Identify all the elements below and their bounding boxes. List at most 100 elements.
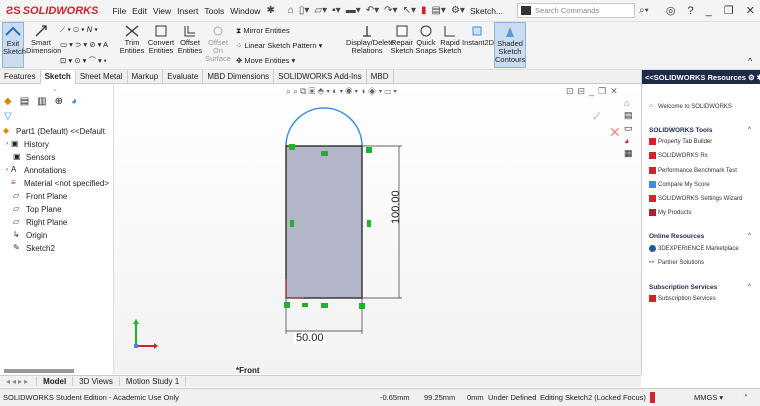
quick-snaps-button[interactable]: Quick Snaps [415, 22, 437, 55]
menu-insert[interactable]: Insert [177, 6, 198, 16]
pin-icon[interactable]: ✱ [266, 5, 274, 16]
horizontal-scrollbar[interactable] [4, 369, 74, 373]
tab-mbd[interactable]: MBD [367, 70, 394, 84]
help-icon[interactable]: ? [687, 5, 693, 17]
tab-motion-study[interactable]: Motion Study 1 [120, 377, 187, 386]
menu-window[interactable]: Window [230, 6, 260, 16]
save-icon[interactable]: ▪▾ [332, 5, 341, 16]
tree-item-material[interactable]: ≡ Material <not specified> [11, 178, 109, 188]
trim-entities-button[interactable]: Trim Entities [118, 22, 146, 55]
relation-marker[interactable] [359, 303, 365, 309]
configurationmanager-tab-icon[interactable]: ▥ [37, 96, 46, 107]
user-icon[interactable]: ◎ [666, 4, 676, 17]
tree-item-sensors[interactable]: ▣ Sensors [13, 152, 55, 162]
move-entities-button[interactable]: ✥ Move Entities ▾ [236, 56, 295, 65]
sketch-arc[interactable] [285, 107, 363, 147]
relation-marker[interactable] [302, 303, 308, 307]
collapse-icon[interactable]: ^ [748, 127, 751, 133]
undo-icon[interactable]: ↶▾ [366, 5, 379, 16]
filter-icon[interactable]: ▽ [4, 111, 12, 122]
collapse-icon[interactable]: ^ [748, 233, 751, 239]
tool-property-tab-builder[interactable]: Property Tab Builder [649, 138, 712, 145]
rebuild-indicator-icon[interactable] [650, 392, 655, 403]
minimize-button[interactable]: _ [706, 5, 712, 17]
smart-dimension-button[interactable]: Smart Dimension [26, 22, 61, 55]
shaded-sketch-contours-button[interactable]: Shaded Sketch Contours [494, 22, 526, 68]
offset-entities-button[interactable]: Offset Entities [176, 22, 204, 55]
select-icon[interactable]: ↖▾ [403, 5, 416, 16]
tab-scroll-arrows[interactable]: ◂◂▸▸ [0, 377, 38, 386]
relation-marker[interactable] [289, 144, 295, 150]
tree-item-annotations[interactable]: › A Annotations [6, 165, 66, 175]
tab-addins[interactable]: SOLIDWORKS Add-Ins [274, 70, 367, 84]
tab-sketch[interactable]: Sketch [40, 70, 76, 84]
tree-item-front-plane[interactable]: ▱ Front Plane [13, 191, 67, 201]
options-icon[interactable]: ⚙▾ [451, 5, 465, 16]
gear-icon[interactable]: ⚙ [748, 73, 755, 82]
tool-settings-wizard[interactable]: SOLIDWORKS Settings Wizard [649, 195, 742, 202]
rectangle-tools[interactable]: ▭ ▾ ⊃ ▾ ⊘ ▾ A [60, 40, 108, 49]
print-icon[interactable]: ▬▾ [346, 5, 361, 16]
tree-item-right-plane[interactable]: ▱ Right Plane [13, 217, 67, 227]
tree-item-top-plane[interactable]: ▱ Top Plane [13, 204, 62, 214]
tab-sheet-metal[interactable]: Sheet Metal [76, 70, 128, 84]
app-logo[interactable]: ƧS SOLIDWORKS [6, 5, 98, 17]
chat-icon[interactable]: ◔ [742, 391, 748, 402]
featuremanager-tab-icon[interactable]: ◆ [4, 96, 12, 107]
tab-features[interactable]: Features [0, 70, 41, 84]
menu-edit[interactable]: Edit [132, 6, 147, 16]
file-properties-icon[interactable]: ▤▾ [431, 5, 445, 16]
relation-marker[interactable] [321, 303, 328, 308]
collapse-ribbon-icon[interactable]: ^ [748, 56, 752, 66]
online-section-header[interactable]: Online Resources [649, 233, 704, 240]
home-icon[interactable]: ⌂ [288, 5, 294, 16]
dimension-height-label[interactable]: 100.00 [390, 190, 402, 224]
tab-model[interactable]: Model [37, 377, 74, 386]
relation-marker[interactable] [290, 220, 294, 227]
open-icon[interactable]: ▱▾ [314, 5, 327, 16]
tab-evaluate[interactable]: Evaluate [163, 70, 204, 84]
sketch-rectangle[interactable] [285, 145, 363, 299]
welcome-link[interactable]: ⌂ Welcome to SOLIDWORKS [649, 103, 732, 110]
display-manager-tab-icon[interactable]: ◕ [71, 96, 77, 107]
convert-entities-button[interactable]: Convert Entities [146, 22, 176, 55]
rebuild-icon[interactable]: ▮ [421, 5, 427, 16]
tree-item-origin[interactable]: ↳ Origin [13, 230, 47, 240]
tab-mbd-dimensions[interactable]: MBD Dimensions [203, 70, 275, 84]
restore-button[interactable]: ❐ [724, 4, 734, 17]
tree-item-history[interactable]: › ▣ History [6, 139, 49, 149]
tool-solidworks-rx[interactable]: SOLIDWORKS Rx [649, 152, 708, 159]
redo-icon[interactable]: ↷▾ [384, 5, 397, 16]
relation-marker[interactable] [321, 151, 328, 156]
line-tools[interactable]: ⟋ ▾ ⊙ ▾ 𝑁 ▾ [60, 25, 98, 35]
search-dropdown-icon[interactable]: ⌕▾ [639, 5, 649, 16]
online-marketplace[interactable]: 3DEXPERIENCE Marketplace [649, 245, 739, 252]
tool-compare-score[interactable]: Compare My Score [649, 181, 710, 188]
tab-markup[interactable]: Markup [128, 70, 164, 84]
new-document-icon[interactable]: ▯▾ [299, 5, 310, 16]
subscription-section-header[interactable]: Subscription Services [649, 284, 717, 291]
tool-my-products[interactable]: My Products [649, 209, 691, 216]
slot-tools[interactable]: ⊡ ▾ ⊙ ▾ ⌒ ▾ ▪ [60, 55, 107, 66]
repair-sketch-button[interactable]: Repair Sketch [390, 22, 414, 55]
linear-sketch-pattern-button[interactable]: ⁘ Linear Sketch Pattern ▾ [236, 41, 322, 50]
search-commands-input[interactable]: Search Commands [517, 3, 636, 18]
relation-marker[interactable] [367, 220, 371, 227]
menu-tools[interactable]: Tools [204, 6, 224, 16]
instant2d-button[interactable]: Instant2D [462, 22, 494, 47]
online-partner-solutions[interactable]: ⚯ Partner Solutions [649, 259, 704, 267]
tree-item-sketch2[interactable]: ✎ Sketch2 [13, 243, 55, 253]
dimension-width-label[interactable]: 50.00 [294, 332, 326, 344]
dimxpert-tab-icon[interactable]: ⊕ [55, 96, 63, 107]
close-button[interactable]: ✕ [746, 4, 755, 17]
rapid-sketch-button[interactable]: Rapid Sketch [438, 22, 462, 55]
exit-sketch-button[interactable]: Exit Sketch [2, 22, 26, 68]
menu-file[interactable]: File [112, 6, 126, 16]
collapse-icon[interactable]: ^ [748, 284, 751, 290]
tree-expand-icon[interactable]: ⌄ [52, 85, 58, 93]
graphics-viewport[interactable]: ⊡⊟_❐✕ ⌕⌕⧉▣⬘▾◐▾◉▾◑◈▾▭▾ ✓ ✕ ⌂ ▤ ▭ ◕ ▦ 100. [114, 84, 641, 375]
propertymanager-tab-icon[interactable]: ▤ [20, 96, 29, 107]
display-delete-relations-button[interactable]: Display/Delete Relations [346, 22, 394, 55]
menu-view[interactable]: View [153, 6, 171, 16]
subscription-services-link[interactable]: Subscription Services [649, 295, 716, 302]
